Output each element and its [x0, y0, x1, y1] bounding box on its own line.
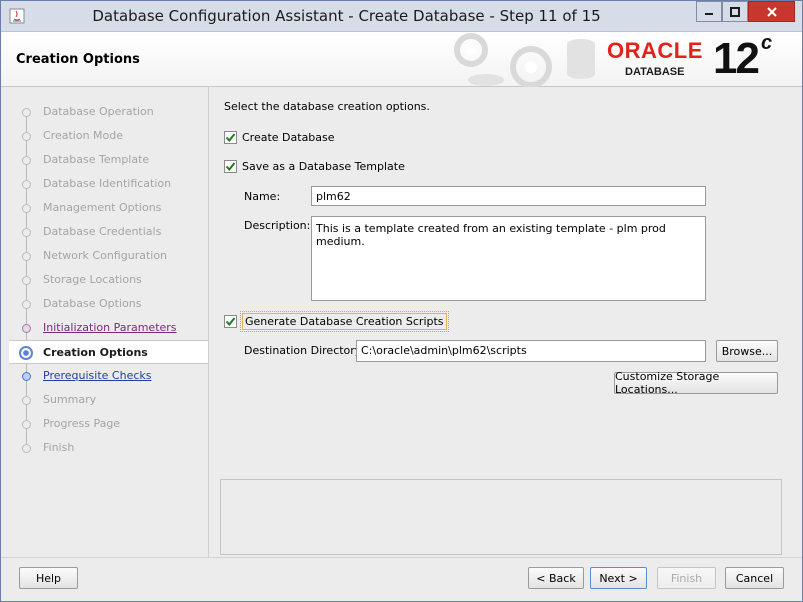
browse-button[interactable]: Browse... — [716, 340, 778, 362]
save-template-checkbox-row[interactable]: Save as a Database Template — [224, 160, 405, 173]
save-template-label: Save as a Database Template — [242, 160, 405, 173]
nav-step-label: Finish — [43, 441, 75, 454]
nav-step-label: Storage Locations — [43, 273, 142, 286]
step-dot-icon — [22, 444, 31, 453]
description-label: Description: — [244, 219, 311, 232]
step-dot-icon — [22, 156, 31, 165]
name-label: Name: — [244, 190, 281, 203]
finish-button: Finish — [657, 567, 716, 589]
nav-step-database-credentials: Database Credentials — [9, 220, 208, 244]
maximize-icon — [730, 6, 740, 17]
nav-step-label: Database Template — [43, 153, 150, 166]
maximize-button[interactable] — [722, 1, 748, 22]
nav-step-label: Creation Options — [43, 346, 148, 359]
nav-step-database-options: Database Options — [9, 292, 208, 316]
current-step-icon — [19, 346, 33, 360]
generate-scripts-checkbox[interactable] — [224, 315, 237, 328]
step-dot-icon — [22, 204, 31, 213]
step-navigation: Database Operation Creation Mode Databas… — [9, 94, 208, 554]
nav-step-finish: Finish — [9, 436, 208, 460]
step-dot-icon — [22, 180, 31, 189]
nav-step-label: Progress Page — [43, 417, 121, 430]
nav-step-label: Database Operation — [43, 105, 154, 118]
template-description-textarea[interactable]: This is a template created from an exist… — [311, 216, 706, 301]
save-template-checkbox[interactable] — [224, 160, 237, 173]
nav-step-creation-options[interactable]: Creation Options — [9, 340, 208, 364]
nav-step-database-template: Database Template — [9, 148, 208, 172]
window-title: Database Configuration Assistant - Creat… — [92, 7, 601, 25]
version-logo: 12 c — [713, 32, 772, 84]
page-title: Creation Options — [16, 52, 140, 67]
oracle-logo-word: ORACLE — [607, 38, 703, 63]
nav-step-initialization-parameters[interactable]: Initialization Parameters — [9, 316, 208, 340]
close-button[interactable] — [748, 1, 795, 22]
create-database-label: Create Database — [242, 131, 335, 144]
nav-step-label: Prerequisite Checks — [43, 369, 152, 382]
title-bar: Database Configuration Assistant - Creat… — [1, 1, 802, 32]
nav-step-label: Summary — [43, 393, 97, 406]
oracle-logo-sub: DATABASE — [625, 66, 685, 78]
nav-step-label: Network Configuration — [43, 249, 168, 262]
back-button[interactable]: < Back — [528, 567, 584, 589]
gears-decoration-icon — [454, 33, 595, 87]
instruction-text: Select the database creation options. — [224, 100, 430, 113]
version-number: 12 — [713, 34, 760, 83]
nav-step-network-configuration: Network Configuration — [9, 244, 208, 268]
close-icon — [766, 6, 777, 17]
create-database-checkbox[interactable] — [224, 131, 237, 144]
minimize-button[interactable] — [696, 1, 722, 22]
nav-step-summary: Summary — [9, 388, 208, 412]
nav-step-label: Creation Mode — [43, 129, 124, 142]
checkmark-icon — [225, 162, 236, 172]
step-dot-icon — [22, 324, 31, 333]
step-dot-icon — [22, 396, 31, 405]
help-button[interactable]: Help — [19, 567, 78, 589]
destination-directory-label: Destination Directory: — [244, 344, 365, 357]
checkmark-icon — [225, 133, 236, 143]
cancel-button[interactable]: Cancel — [725, 567, 784, 589]
destination-directory-input[interactable]: C:\oracle\admin\plm62\scripts — [356, 340, 706, 362]
template-name-input[interactable]: plm62 — [311, 186, 706, 206]
dbca-window: Database Configuration Assistant - Creat… — [0, 0, 803, 602]
nav-step-label: Database Credentials — [43, 225, 162, 238]
create-database-checkbox-row[interactable]: Create Database — [224, 131, 335, 144]
customize-storage-locations-button[interactable]: Customize Storage Locations... — [614, 370, 778, 396]
nav-step-creation-mode: Creation Mode — [9, 124, 208, 148]
checkmark-icon — [225, 317, 236, 327]
nav-divider — [208, 87, 209, 557]
nav-step-management-options: Management Options — [9, 196, 208, 220]
step-dot-icon — [22, 132, 31, 141]
nav-step-label: Database Identification — [43, 177, 172, 190]
nav-step-label: Initialization Parameters — [43, 321, 177, 334]
step-dot-icon — [22, 300, 31, 309]
step-dot-icon — [22, 228, 31, 237]
step-dot-icon — [22, 252, 31, 261]
nav-step-database-operation: Database Operation — [9, 100, 208, 124]
step-dot-icon — [22, 372, 31, 381]
step-dot-icon — [22, 108, 31, 117]
nav-step-storage-locations: Storage Locations — [9, 268, 208, 292]
next-button[interactable]: Next > — [590, 567, 647, 589]
nav-step-label: Management Options — [43, 201, 162, 214]
page-header: Creation Options ORACLE DATABASE 12 c — [1, 32, 802, 87]
generate-scripts-label: Generate Database Creation Scripts — [240, 311, 449, 332]
nav-step-database-identification: Database Identification — [9, 172, 208, 196]
version-suffix: c — [760, 32, 772, 54]
nav-step-prerequisite-checks[interactable]: Prerequisite Checks — [9, 364, 208, 388]
step-dot-icon — [22, 420, 31, 429]
step-dot-icon — [22, 276, 31, 285]
nav-step-label: Database Options — [43, 297, 142, 310]
minimize-icon — [705, 12, 713, 15]
generate-scripts-checkbox-row[interactable]: Generate Database Creation Scripts — [224, 311, 449, 332]
nav-step-progress-page: Progress Page — [9, 412, 208, 436]
message-area — [220, 479, 782, 555]
